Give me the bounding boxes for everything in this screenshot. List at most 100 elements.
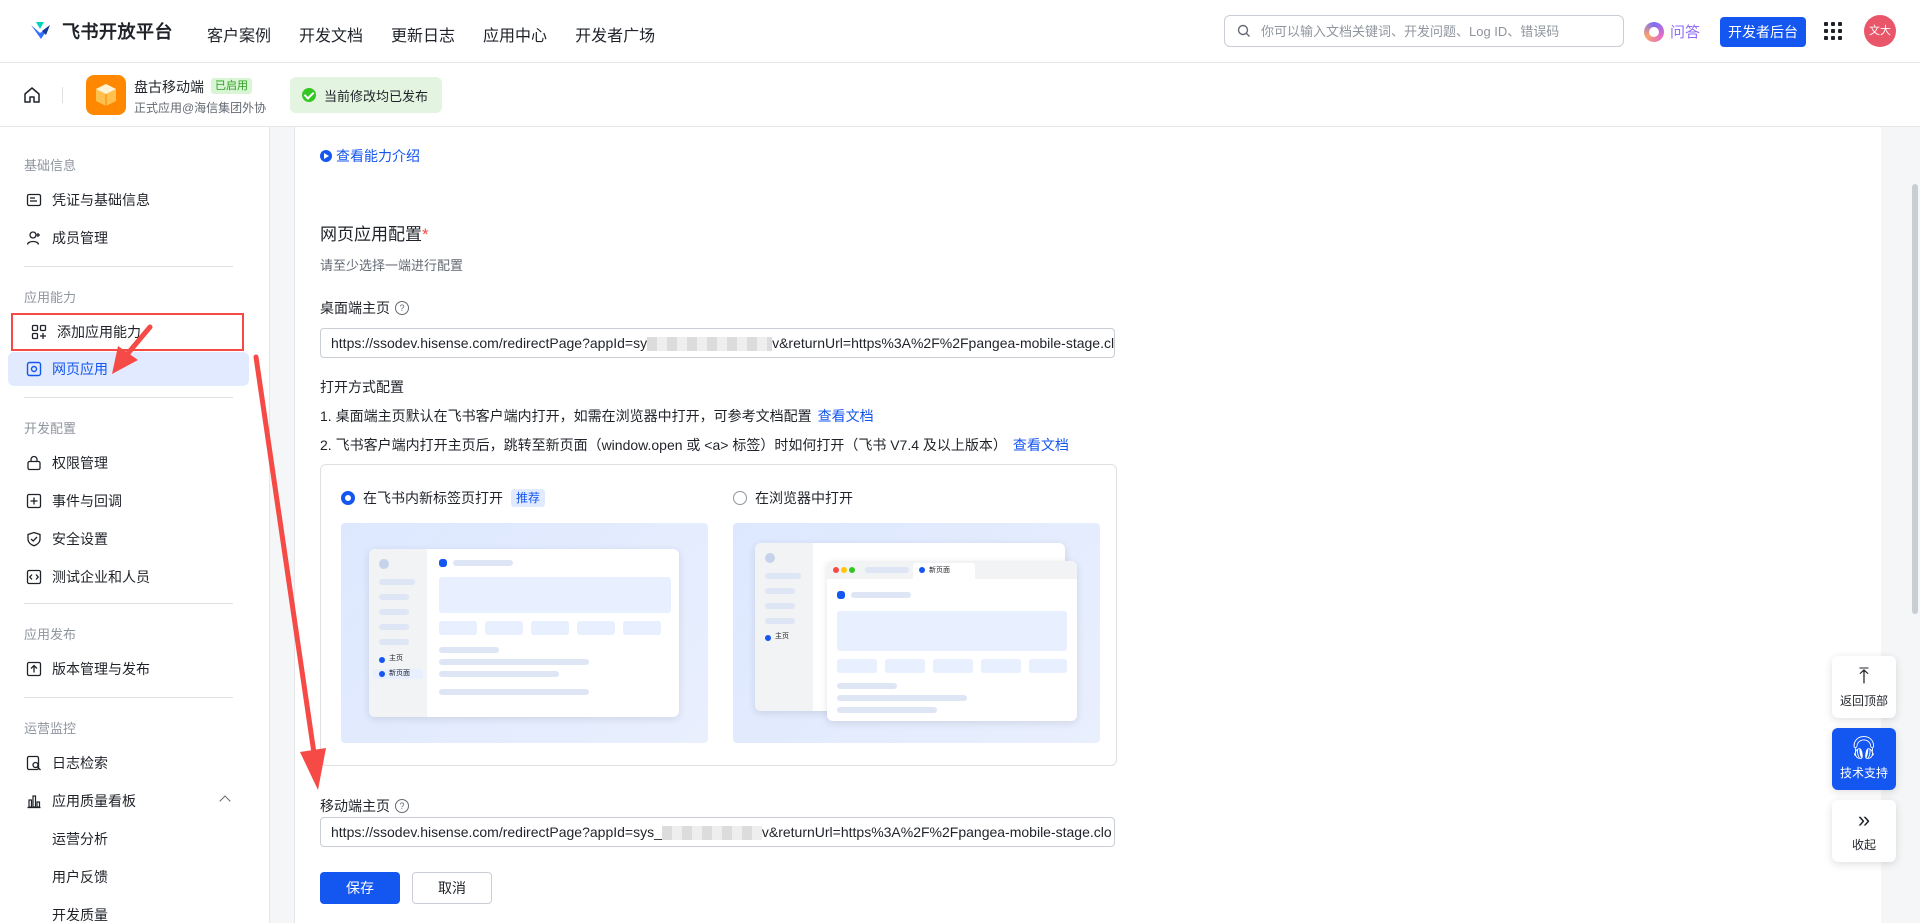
brand[interactable]: 飞书开放平台	[28, 18, 173, 44]
sidebar-item-feedback[interactable]: 用户反馈	[8, 860, 249, 894]
section-app-release: 应用发布	[24, 627, 77, 642]
redacted-block	[661, 826, 762, 841]
nav-dev-plaza[interactable]: 开发者广场	[575, 22, 655, 46]
sidebar-item-web-app[interactable]: 网页应用	[8, 352, 249, 386]
nav-changelog[interactable]: 更新日志	[391, 22, 455, 46]
lock-icon	[27, 455, 41, 471]
web-app-icon	[26, 361, 42, 377]
desktop-homepage-input[interactable]: https://ssodev.hisense.com/redirectPage?…	[320, 328, 1115, 358]
collapse-label: 收起	[1851, 838, 1876, 852]
sidebar-item-permissions[interactable]: 权限管理	[8, 446, 249, 480]
main-content: 查看能力介绍 网页应用配置* 请至少选择一端进行配置 桌面端主页 ? https…	[294, 127, 1881, 923]
sidebar-item-label: 成员管理	[52, 230, 108, 246]
nav-app-center[interactable]: 应用中心	[483, 22, 547, 46]
sidebar-item-dev-quality[interactable]: 开发质量	[8, 898, 249, 923]
sidebar-item-label: 运营分析	[52, 831, 108, 847]
id-card-icon	[26, 193, 42, 207]
section-app-capabilities: 应用能力	[24, 290, 77, 305]
preview-browser[interactable]: 主页 新页面	[733, 523, 1100, 743]
top-nav: 飞书开放平台 客户案例 开发文档 更新日志 应用中心 开发者广场 问答 开发者后…	[0, 0, 1920, 63]
help-icon[interactable]: ?	[395, 301, 409, 315]
sidebar-item-label: 版本管理与发布	[52, 661, 150, 677]
apps-add-icon	[31, 324, 47, 340]
divider	[62, 87, 63, 103]
url-prefix: https://ssodev.hisense.com/redirectPage?…	[331, 824, 662, 840]
desktop-homepage-label: 桌面端主页 ?	[320, 298, 409, 318]
radio-unselected[interactable]	[733, 491, 747, 505]
help-icon[interactable]: ?	[395, 799, 409, 813]
open-mode-title: 打开方式配置	[320, 379, 404, 395]
recommend-tag: 推荐	[511, 489, 546, 507]
double-chevron-right-icon: »	[1857, 807, 1871, 832]
section-monitoring: 运营监控	[24, 721, 77, 736]
sidebar-item-label: 安全设置	[52, 531, 108, 547]
brand-name: 飞书开放平台	[62, 22, 173, 42]
sidebar-item-label: 日志检索	[52, 755, 108, 771]
sidebar-item-versions[interactable]: 版本管理与发布	[8, 652, 249, 686]
sidebar-item-log-search[interactable]: 日志检索	[8, 746, 249, 780]
option-open-in-feishu[interactable]: 在飞书内新标签页打开 推荐	[341, 488, 546, 508]
url-suffix: v&returnUrl=https%3A%2F%2Fpangea-mobile-…	[772, 335, 1115, 351]
sidebar-item-security[interactable]: 安全设置	[8, 522, 249, 556]
sidebar-item-test-tenants[interactable]: 测试企业和人员	[8, 560, 249, 594]
search-input[interactable]	[1259, 22, 1603, 40]
nav-customer-cases[interactable]: 客户案例	[207, 22, 271, 46]
sidebar-item-members[interactable]: 成员管理	[8, 221, 249, 255]
divider	[24, 397, 233, 398]
headset-icon: 🎧︎	[1850, 735, 1878, 760]
capability-intro-label: 查看能力介绍	[336, 148, 420, 164]
status-badge: 已启用	[211, 78, 252, 94]
sidebar-item-add-capability[interactable]: 添加应用能力	[11, 313, 244, 351]
divider	[24, 697, 233, 698]
sidebar-item-credentials[interactable]: 凭证与基础信息	[8, 183, 249, 217]
divider	[24, 266, 233, 267]
scrollbar-thumb[interactable]	[1912, 184, 1918, 614]
user-avatar[interactable]: 文大	[1864, 15, 1896, 47]
app-grid-icon[interactable]	[1824, 22, 1842, 40]
sidebar-item-label: 添加应用能力	[57, 324, 141, 340]
doc-link[interactable]: 查看文档	[818, 408, 874, 424]
sidebar-item-ops-analysis[interactable]: 运营分析	[8, 822, 249, 856]
app-logo	[86, 75, 126, 115]
save-button[interactable]: 保存	[320, 872, 400, 904]
sidebar-item-label: 凭证与基础信息	[52, 192, 150, 208]
option-open-in-browser[interactable]: 在浏览器中打开	[733, 488, 853, 508]
field-label-text: 桌面端主页	[320, 300, 390, 316]
qa-button[interactable]: 问答	[1644, 21, 1700, 42]
cancel-button[interactable]: 取消	[412, 872, 492, 904]
required-mark: *	[422, 225, 429, 244]
play-icon	[320, 150, 332, 162]
search-box[interactable]	[1224, 15, 1624, 47]
sidebar-item-events[interactable]: 事件与回调	[8, 484, 249, 518]
app-subtitle: 正式应用@海信集团外协	[134, 101, 267, 115]
dev-console-button[interactable]: 开发者后台	[1720, 17, 1806, 47]
sidebar-item-label: 用户反馈	[52, 869, 108, 885]
tech-support-label: 技术支持	[1839, 766, 1888, 780]
doc-link[interactable]: 查看文档	[1013, 437, 1069, 453]
url-prefix: https://ssodev.hisense.com/redirectPage?…	[331, 335, 648, 351]
radio-selected[interactable]	[341, 491, 355, 505]
home-icon[interactable]	[22, 85, 42, 105]
sidebar-item-quality-board[interactable]: 应用质量看板	[8, 784, 249, 818]
url-suffix: v&returnUrl=https%3A%2F%2Fpangea-mobile-…	[761, 824, 1112, 840]
sidebar-item-label: 开发质量	[52, 907, 108, 923]
preview-feishu-tab[interactable]: 主页 新页面	[341, 523, 708, 743]
preview-sidebar	[755, 543, 813, 711]
preview-sidebar	[369, 549, 427, 717]
chevron-up-icon[interactable]	[219, 795, 231, 807]
capability-intro-link[interactable]: 查看能力介绍	[320, 146, 420, 166]
browser-window: 新页面	[827, 561, 1077, 721]
nav-dev-docs[interactable]: 开发文档	[299, 22, 363, 46]
back-to-top-button[interactable]: ⤒ 返回顶部	[1832, 656, 1896, 718]
arrow-up-icon: ⤒	[1859, 663, 1869, 688]
note-text: 2. 飞书客户端内打开主页后，跳转至新页面（window.open 或 <a> …	[320, 437, 1007, 453]
event-icon	[26, 493, 42, 509]
collapse-button[interactable]: » 收起	[1832, 800, 1896, 862]
section-dev-config: 开发配置	[24, 421, 77, 436]
option-label: 在浏览器中打开	[755, 490, 853, 506]
tech-support-button[interactable]: 🎧︎ 技术支持	[1832, 728, 1896, 790]
mobile-homepage-input[interactable]: https://ssodev.hisense.com/redirectPage?…	[320, 817, 1115, 847]
config-description: 请至少选择一端进行配置	[320, 258, 464, 273]
qa-label: 问答	[1670, 24, 1701, 41]
option-label: 在飞书内新标签页打开	[363, 490, 503, 506]
